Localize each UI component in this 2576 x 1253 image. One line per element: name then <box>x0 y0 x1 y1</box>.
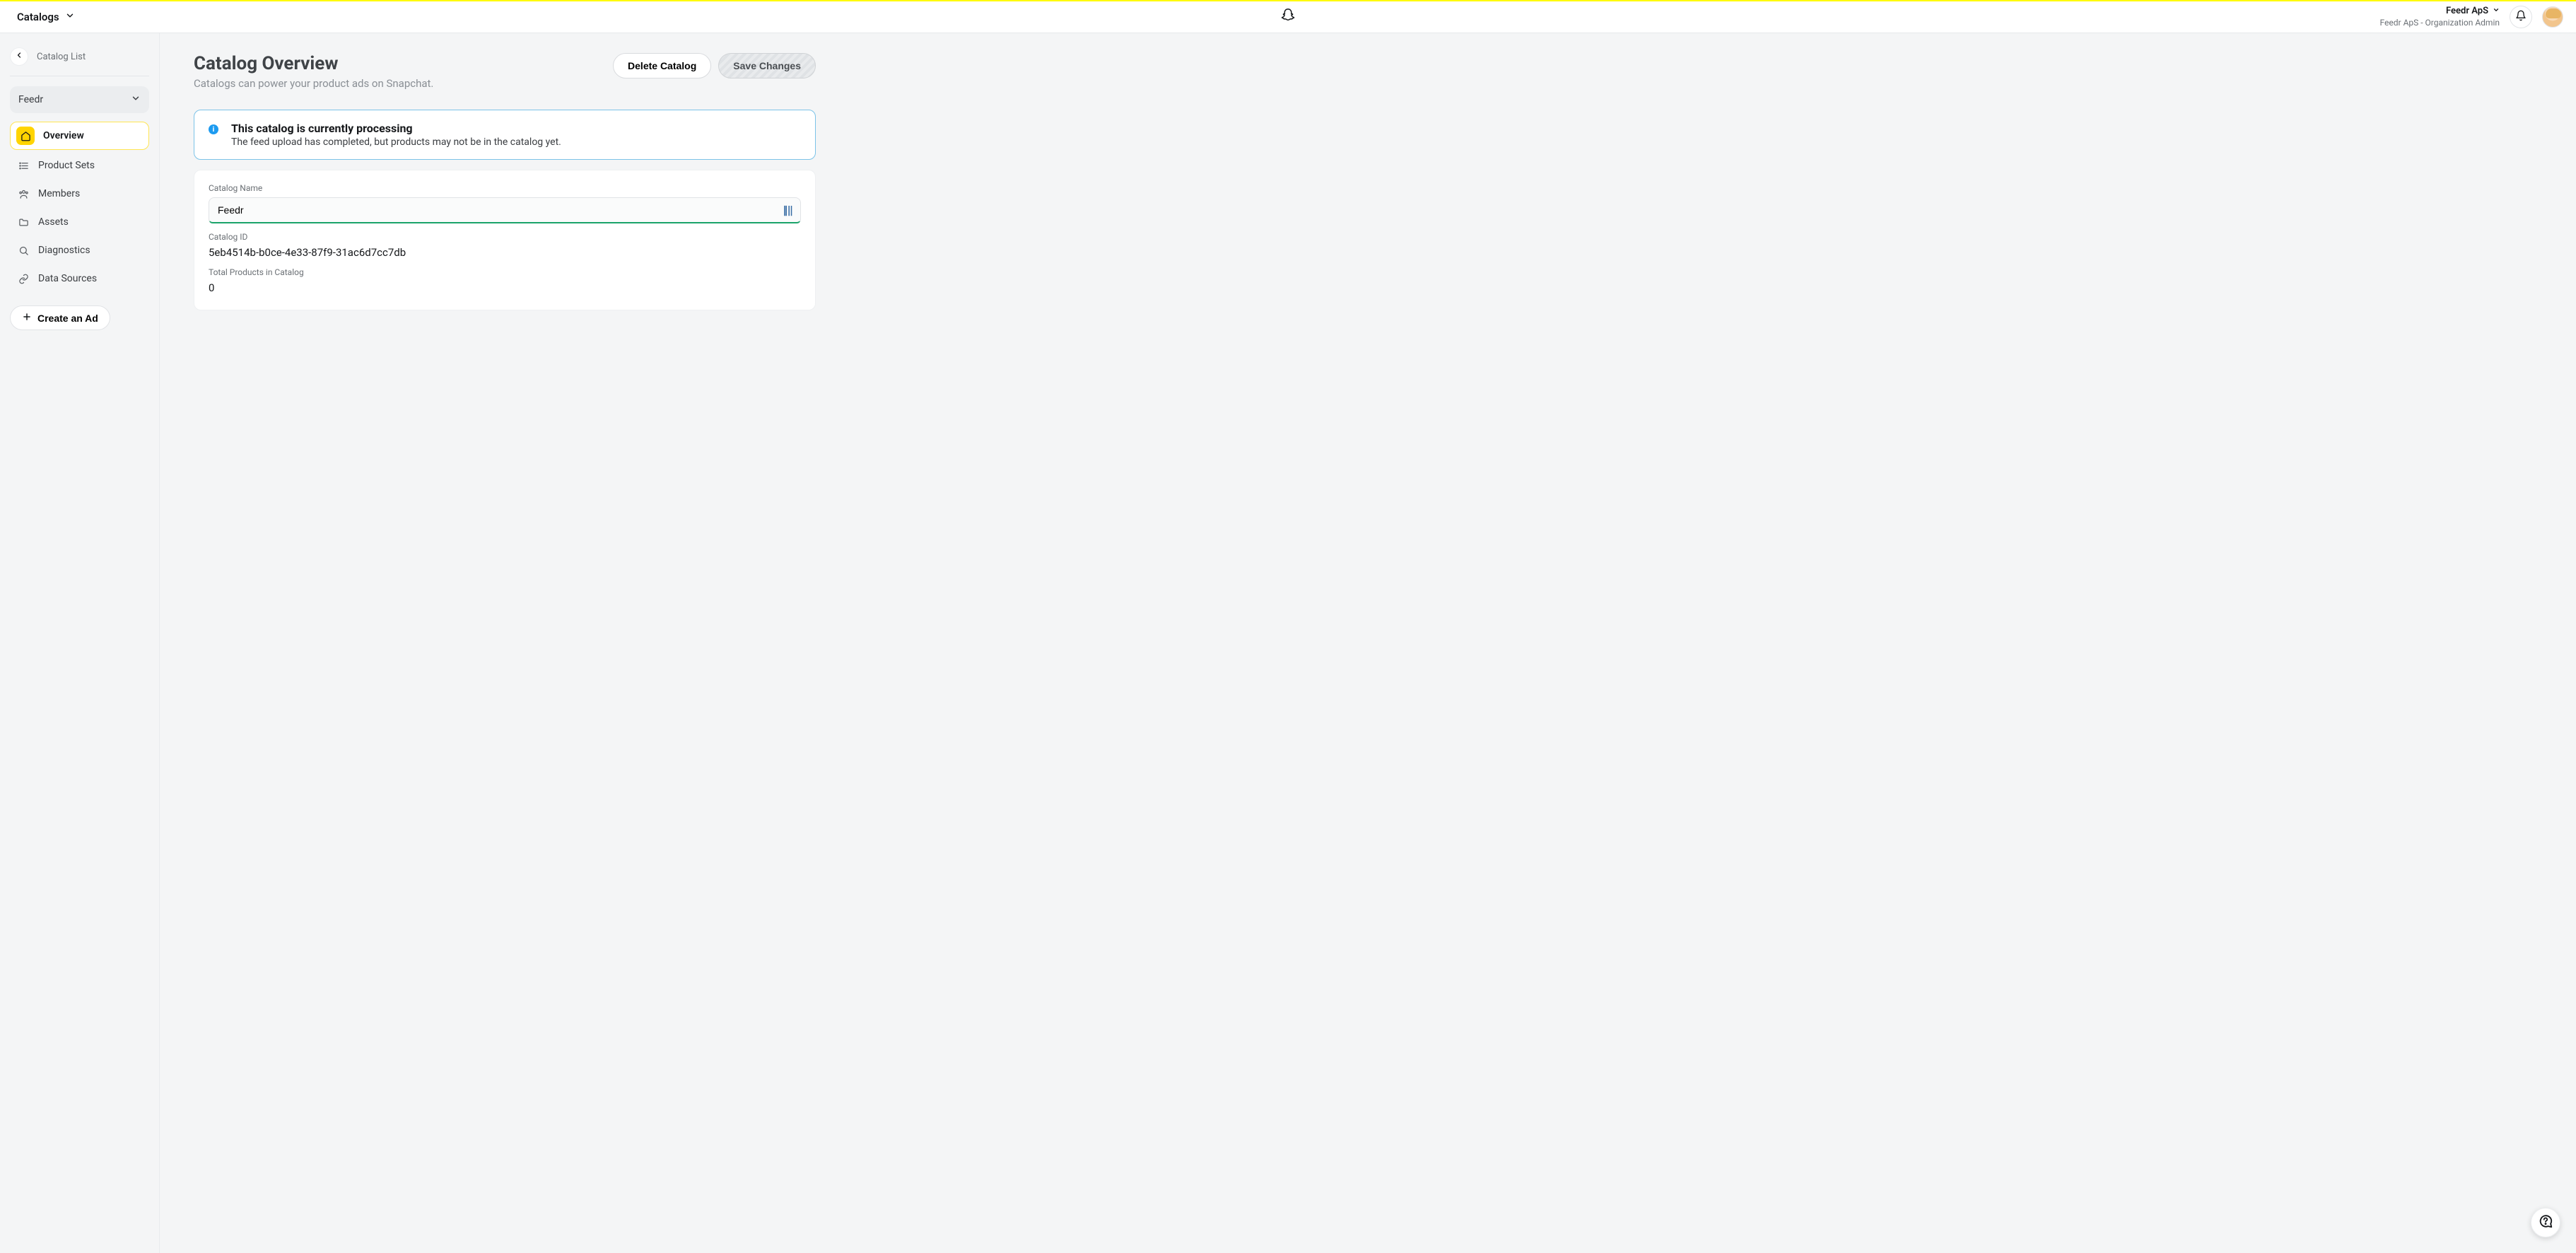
save-changes-button[interactable]: Save Changes <box>718 53 816 78</box>
nav-label: Members <box>38 188 80 199</box>
info-icon: i <box>209 124 218 134</box>
catalog-id-value: 5eb4514b-b0ce-4e33-87f9-31ac6d7cc7db <box>209 246 801 259</box>
breadcrumb: Catalog List <box>37 52 86 62</box>
nav-diagnostics[interactable]: Diagnostics <box>10 238 149 263</box>
list-icon <box>17 159 30 172</box>
section-label: Catalogs <box>17 11 59 23</box>
banner-title: This catalog is currently processing <box>231 122 561 135</box>
catalog-details-card: Catalog Name ∥‖ Catalog ID 5eb4514b-b0ce… <box>194 170 816 310</box>
search-icon <box>17 244 30 257</box>
home-icon <box>16 127 35 145</box>
total-products-value: 0 <box>209 281 801 294</box>
catalog-selector-value: Feedr <box>18 94 43 105</box>
snapchat-logo <box>1280 8 1296 26</box>
bell-icon <box>2515 10 2527 24</box>
avatar[interactable] <box>2542 6 2563 28</box>
nav: Overview Product Sets Members <box>10 122 149 291</box>
nav-label: Assets <box>38 216 69 228</box>
page-subtitle: Catalogs can power your product ads on S… <box>194 77 433 90</box>
back-button[interactable] <box>10 47 28 66</box>
link-icon <box>17 272 30 285</box>
nav-label: Diagnostics <box>38 245 90 256</box>
delete-catalog-button[interactable]: Delete Catalog <box>613 53 711 78</box>
notifications-button[interactable] <box>2510 6 2532 28</box>
input-suffix-icon: ∥‖ <box>783 205 792 216</box>
nav-product-sets[interactable]: Product Sets <box>10 153 149 178</box>
topbar: Catalogs Feedr ApS Feedr ApS - Organizat… <box>0 0 2576 33</box>
help-button[interactable] <box>2531 1208 2560 1237</box>
org-role: Feedr ApS - Organization Admin <box>2380 18 2500 28</box>
nav-assets[interactable]: Assets <box>10 209 149 235</box>
nav-label: Data Sources <box>38 273 97 284</box>
members-icon <box>17 187 30 200</box>
section-switcher[interactable]: Catalogs <box>17 11 75 23</box>
sidebar: Catalog List Feedr Overview <box>0 33 160 1253</box>
catalog-name-input[interactable] <box>209 197 801 223</box>
processing-banner: i This catalog is currently processing T… <box>194 110 816 160</box>
org-name: Feedr ApS <box>2446 6 2488 17</box>
nav-data-sources[interactable]: Data Sources <box>10 266 149 291</box>
catalog-name-label: Catalog Name <box>209 183 801 193</box>
banner-body: The feed upload has completed, but produ… <box>231 136 561 148</box>
nav-members[interactable]: Members <box>10 181 149 206</box>
catalog-id-label: Catalog ID <box>209 232 801 242</box>
help-icon <box>2538 1213 2553 1232</box>
org-switcher[interactable]: Feedr ApS Feedr ApS - Organization Admin <box>2380 6 2500 28</box>
page-title: Catalog Overview <box>194 53 433 74</box>
chevron-down-icon <box>65 11 75 23</box>
plus-icon <box>22 312 32 324</box>
chevron-down-icon <box>131 93 141 106</box>
nav-overview[interactable]: Overview <box>10 122 149 150</box>
catalog-selector[interactable]: Feedr <box>10 86 149 113</box>
main: Catalog Overview Catalogs can power your… <box>160 33 2576 1253</box>
total-products-label: Total Products in Catalog <box>209 267 801 277</box>
nav-label: Product Sets <box>38 160 95 171</box>
chevron-left-icon <box>15 51 23 62</box>
chevron-down-icon <box>2493 6 2500 17</box>
folder-icon <box>17 216 30 228</box>
create-ad-label: Create an Ad <box>37 313 98 324</box>
nav-label: Overview <box>43 130 84 141</box>
create-ad-button[interactable]: Create an Ad <box>10 305 110 330</box>
